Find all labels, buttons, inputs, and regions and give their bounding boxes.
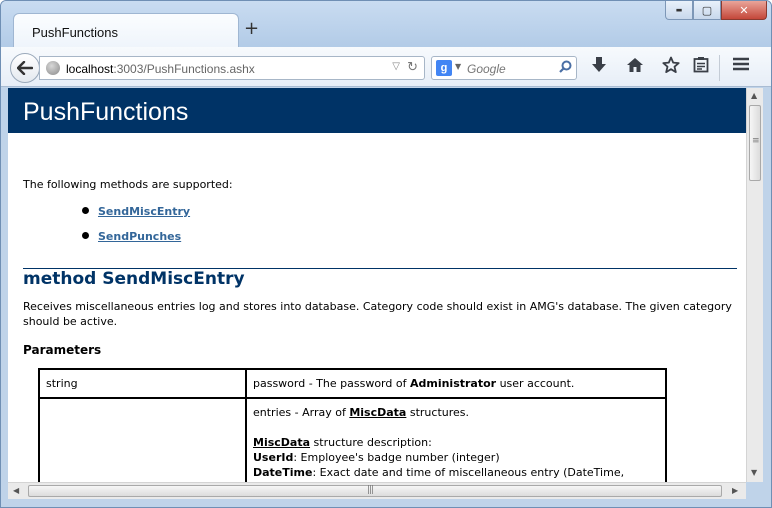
scroll-right-icon[interactable]: ▶ xyxy=(732,486,738,495)
search-placeholder: Google xyxy=(467,62,506,76)
maximize-button[interactable]: ▢ xyxy=(693,1,721,20)
reading-list-icon[interactable] xyxy=(689,56,713,78)
maximize-icon: ▢ xyxy=(701,3,713,17)
horizontal-scrollbar[interactable]: ◀ ||| ▶ xyxy=(8,482,746,499)
scroll-left-icon[interactable]: ◀ xyxy=(13,486,19,495)
browser-window: PushFunctions + ▬ ▢ ✕ localhost:3003/Pus… xyxy=(0,0,772,508)
url-bar[interactable]: localhost:3003/PushFunctions.ashx ▽ ↻ xyxy=(39,56,425,80)
parameters-heading: Parameters xyxy=(23,343,102,357)
param-desc-cell: entries - Array of MiscData structures. … xyxy=(245,397,667,482)
parameters-table: string password - The password of Admini… xyxy=(38,368,667,482)
table-row: entries - Array of MiscData structures. … xyxy=(38,397,667,482)
vertical-scroll-thumb[interactable]: ≡ xyxy=(749,105,761,181)
scroll-up-icon[interactable]: ▲ xyxy=(751,91,757,100)
reload-icon[interactable]: ↻ xyxy=(407,60,418,75)
intro-text: The following methods are supported: xyxy=(23,178,233,191)
window-controls: ▬ ▢ ✕ xyxy=(665,1,767,21)
download-icon[interactable] xyxy=(587,56,611,79)
back-button[interactable] xyxy=(10,53,40,83)
nav-toolbar: localhost:3003/PushFunctions.ashx ▽ ↻ g … xyxy=(1,47,771,87)
method-description: Receives miscellaneous entries log and s… xyxy=(23,300,732,328)
url-text: localhost:3003/PushFunctions.ashx xyxy=(66,62,255,76)
google-icon[interactable]: g xyxy=(436,60,452,76)
toolbar-separator xyxy=(719,55,720,81)
page-title: PushFunctions xyxy=(23,98,189,126)
page-banner: PushFunctions xyxy=(8,88,746,133)
dropdown-arrow-icon[interactable]: ▽ xyxy=(392,61,400,72)
param-desc-cell: password - The password of Administrator… xyxy=(245,368,667,399)
close-icon: ✕ xyxy=(739,3,749,17)
minimize-icon: ▬ xyxy=(675,6,683,14)
search-bar[interactable]: g ▼ Google xyxy=(431,56,577,80)
page-content: PushFunctions The following methods are … xyxy=(8,88,746,482)
link-sendmiscentry[interactable]: SendMiscEntry xyxy=(98,205,190,218)
bookmark-star-icon[interactable] xyxy=(659,56,683,79)
engine-dropdown-icon[interactable]: ▼ xyxy=(455,62,461,71)
tab-title: PushFunctions xyxy=(32,25,118,40)
table-row: string password - The password of Admini… xyxy=(38,368,667,399)
home-icon[interactable] xyxy=(623,56,647,79)
globe-icon xyxy=(46,61,60,75)
new-tab-button[interactable]: + xyxy=(244,20,259,38)
horizontal-scroll-thumb[interactable]: ||| xyxy=(28,485,722,497)
link-sendpunches[interactable]: SendPunches xyxy=(98,230,181,243)
miscdata-struct-link[interactable]: MiscData xyxy=(253,436,310,449)
back-arrow-icon xyxy=(17,61,33,75)
list-item: SendPunches xyxy=(82,229,190,254)
param-type-cell xyxy=(38,397,247,482)
miscdata-link[interactable]: MiscData xyxy=(349,406,406,419)
scroll-down-icon[interactable]: ▼ xyxy=(751,468,757,477)
vertical-scrollbar[interactable]: ▲ ≡ ▼ xyxy=(746,88,763,482)
tab-pushfunctions[interactable]: PushFunctions xyxy=(13,13,239,49)
title-bar: PushFunctions + ▬ ▢ ✕ xyxy=(1,1,771,49)
method-heading: method SendMiscEntry xyxy=(23,269,245,289)
list-item: SendMiscEntry xyxy=(82,204,190,229)
param-type-cell: string xyxy=(38,368,247,399)
hamburger-menu-icon[interactable] xyxy=(729,56,753,77)
close-button[interactable]: ✕ xyxy=(721,1,767,20)
search-icon[interactable] xyxy=(559,60,572,77)
methods-list: SendMiscEntry SendPunches xyxy=(82,204,190,254)
minimize-button[interactable]: ▬ xyxy=(665,1,693,20)
